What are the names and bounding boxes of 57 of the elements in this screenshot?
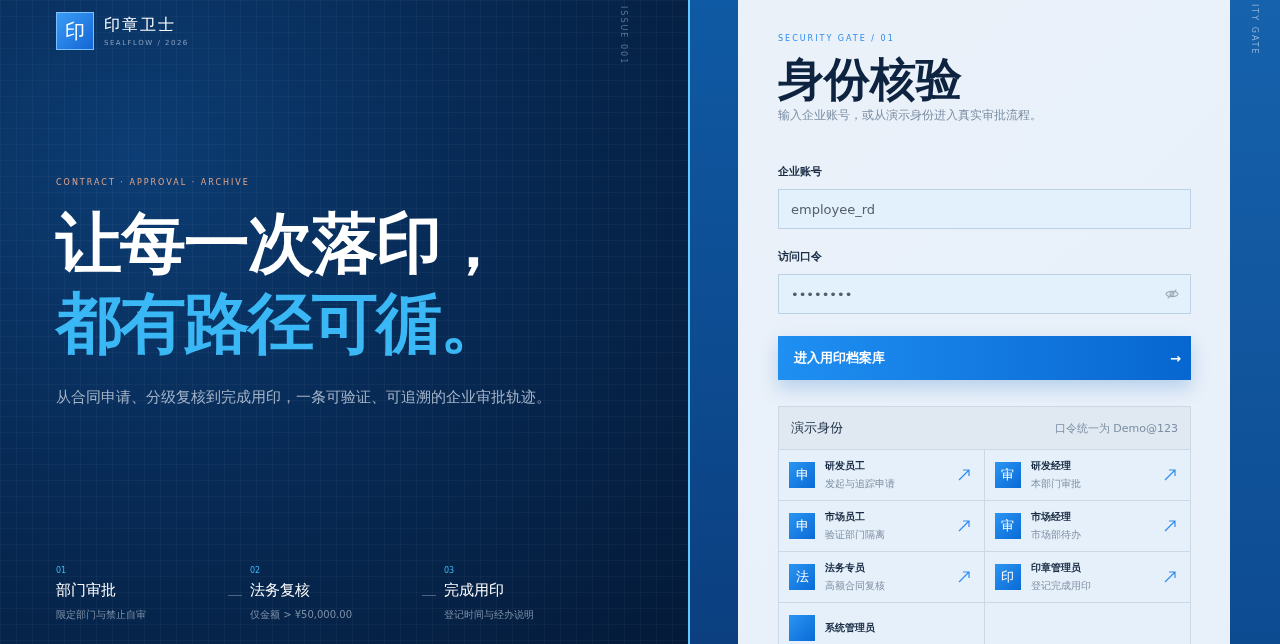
role-description: 市场部待办 bbox=[1030, 528, 1082, 542]
step-number: 01 bbox=[56, 566, 67, 575]
step-title: 法务复核 bbox=[250, 581, 310, 600]
role-badge-icon: 印 bbox=[994, 564, 1021, 590]
login-title: 身份核验 bbox=[778, 51, 963, 107]
demo-hint: 口令统一为 Demo@123 bbox=[1054, 420, 1178, 436]
account-field[interactable]: employee_rd bbox=[778, 189, 1191, 229]
role-badge-icon: 审 bbox=[994, 462, 1021, 488]
arrow-up-right-icon bbox=[957, 469, 970, 481]
step-note: 限定部门与禁止自审 bbox=[56, 608, 146, 622]
arrow-up-right-icon bbox=[957, 520, 970, 532]
headline: 让每一次落印， bbox=[56, 203, 504, 283]
submit-button[interactable]: 进入用印档案库 → bbox=[778, 336, 1191, 380]
role-description: 登记完成用印 bbox=[1030, 579, 1092, 593]
role-description: 验证部门隔离 bbox=[825, 528, 886, 542]
role-description: 本部门审批 bbox=[1030, 477, 1082, 491]
hero-description: 从合同申请、分级复核到完成用印，一条可验证、可追溯的企业审批轨迹。 bbox=[56, 387, 552, 408]
role-name: 市场员工 bbox=[825, 510, 866, 524]
hero-eyebrow: CONTRACT · APPROVAL · ARCHIVE bbox=[56, 178, 251, 187]
arrow-up-right-icon bbox=[1164, 469, 1176, 481]
step-note: 仅金额 > ¥50,000.00 bbox=[250, 608, 352, 622]
role-name: 系统管理员 bbox=[825, 621, 876, 635]
arrow-up-right-icon bbox=[957, 571, 970, 583]
role-badge-icon bbox=[789, 615, 815, 641]
step-note: 登记时间与经办说明 bbox=[444, 608, 534, 622]
password-field[interactable]: •••••••• bbox=[778, 274, 1191, 314]
role-description: 发起与追踪申请 bbox=[825, 477, 896, 491]
side-label: ITY GATE bbox=[1250, 4, 1259, 56]
account-label: 企业账号 bbox=[778, 164, 823, 179]
role-badge-icon: 法 bbox=[789, 564, 815, 590]
demo-identity-item[interactable]: 申 市场员工 验证部门隔离 bbox=[779, 501, 985, 552]
demo-title: 演示身份 bbox=[791, 419, 843, 437]
step-number: 02 bbox=[250, 566, 261, 575]
role-description: 高额合同复核 bbox=[825, 579, 886, 593]
step-number: 03 bbox=[444, 566, 455, 575]
demo-identity-item[interactable]: 申 研发员工 发起与追踪申请 bbox=[779, 450, 985, 501]
role-name: 印章管理员 bbox=[1030, 561, 1082, 575]
step-title: 部门审批 bbox=[56, 581, 116, 600]
demo-identity-item[interactable]: 法 法务专员 高额合同复核 bbox=[779, 552, 985, 603]
role-badge-icon: 申 bbox=[789, 462, 815, 488]
logo-icon: 印 bbox=[56, 12, 94, 50]
role-badge-icon: 申 bbox=[789, 513, 815, 539]
role-name: 法务专员 bbox=[825, 561, 866, 575]
role-name: 研发经理 bbox=[1030, 459, 1072, 473]
password-label: 访问口令 bbox=[778, 249, 823, 264]
arrow-up-right-icon bbox=[1164, 520, 1176, 532]
role-name: 市场经理 bbox=[1030, 510, 1072, 524]
step-title: 完成用印 bbox=[444, 581, 504, 600]
gate-eyebrow: SECURITY GATE / 01 bbox=[778, 34, 896, 43]
eye-slash-icon[interactable] bbox=[1165, 287, 1179, 301]
role-badge-icon: 审 bbox=[994, 513, 1021, 539]
role-name: 研发员工 bbox=[825, 459, 866, 473]
arrow-up-right-icon bbox=[1164, 571, 1176, 583]
login-subtitle: 输入企业账号，或从演示身份进入真实审批流程。 bbox=[778, 107, 1043, 124]
brand-name: 印章卫士 bbox=[104, 15, 177, 36]
issue-label: ISSUE 001 bbox=[619, 6, 628, 66]
headline: 都有路径可循。 bbox=[56, 283, 504, 363]
